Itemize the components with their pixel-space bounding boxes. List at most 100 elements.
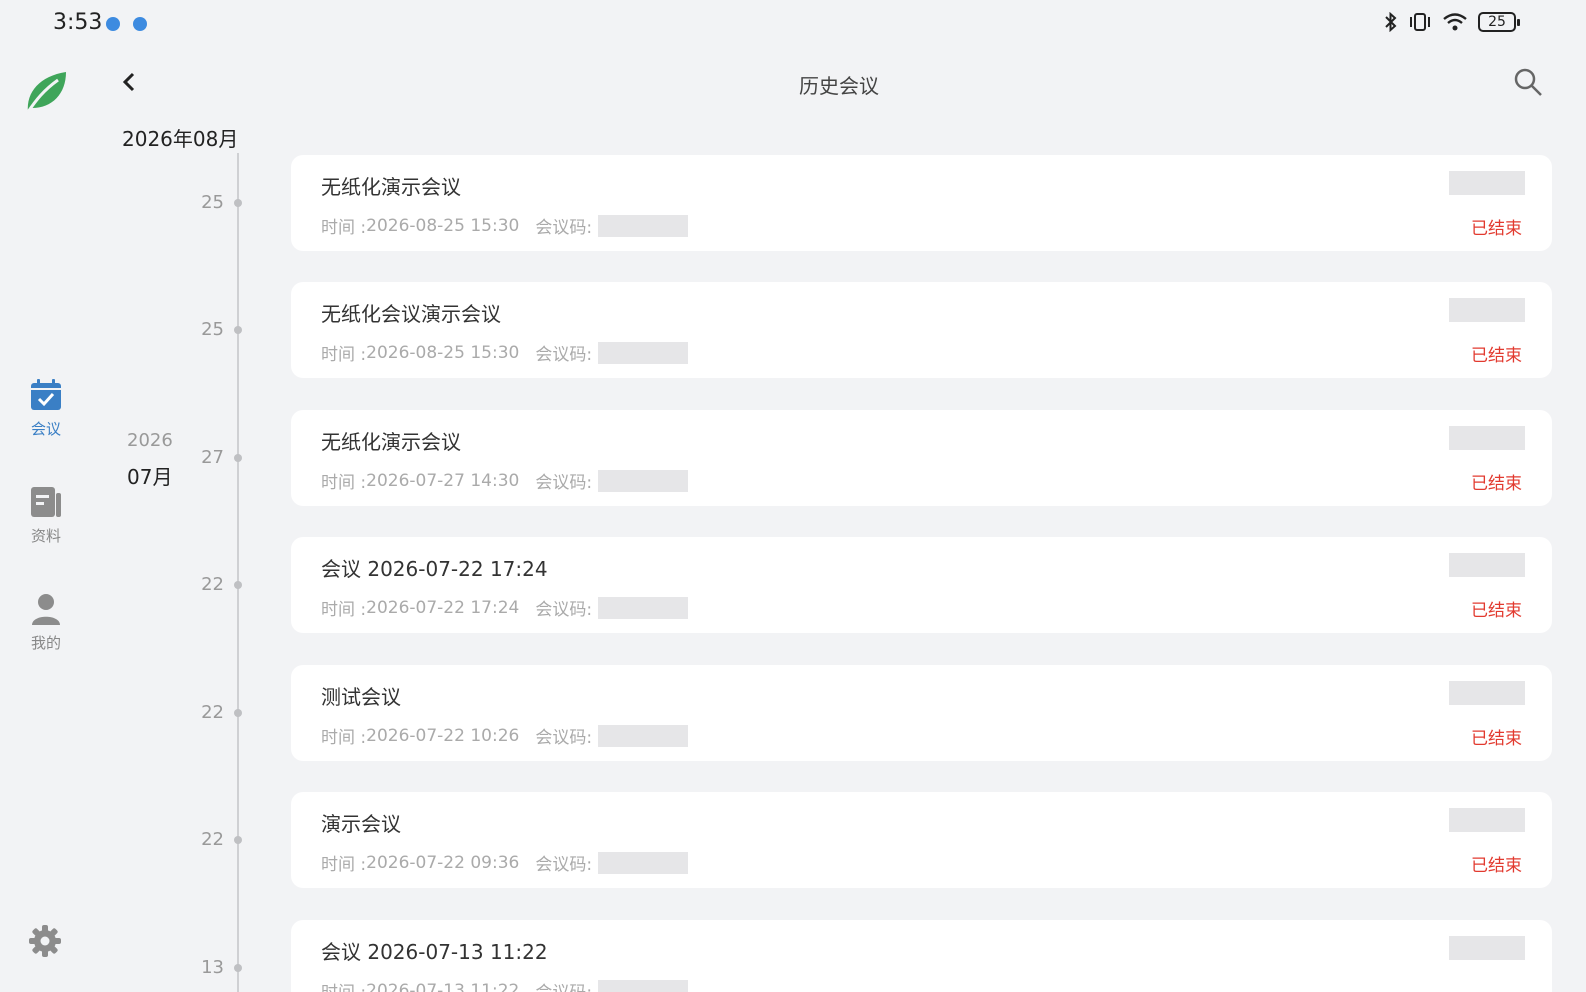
status-icons: 25 <box>1384 12 1520 32</box>
meeting-meta: 时间 : 2026-08-25 15:30 会议码: <box>321 340 689 365</box>
code-label: 会议码: <box>535 978 592 992</box>
meeting-time: 2026-07-22 10:26 <box>366 725 520 746</box>
meeting-card[interactable]: 会议 2026-07-13 11:22 时间 : 2026-07-13 11:2… <box>291 920 1552 992</box>
meeting-tag-redacted <box>1449 426 1525 450</box>
meeting-tag-redacted <box>1449 171 1525 195</box>
sidebar-item-label: 我的 <box>30 634 61 652</box>
status-badge: 已结束 <box>1471 474 1522 494</box>
meeting-card[interactable]: 无纸化会议演示会议 时间 : 2026-08-25 15:30 会议码: 已结束 <box>291 282 1552 378</box>
timeline-day: 25 <box>201 192 224 213</box>
meeting-title: 测试会议 <box>321 685 401 709</box>
meeting-meta: 时间 : 2026-07-27 14:30 会议码: <box>321 468 689 493</box>
meeting-time: 2026-07-22 17:24 <box>366 597 520 618</box>
meeting-code-redacted <box>598 979 689 992</box>
meeting-time: 2026-07-22 09:36 <box>366 852 520 873</box>
calendar-check-icon <box>31 379 61 410</box>
meeting-title: 演示会议 <box>321 812 401 836</box>
timeline-dot <box>234 326 242 334</box>
sidebar-item-meetings[interactable]: 会议 <box>0 378 92 439</box>
vibrate-icon <box>1410 13 1430 31</box>
status-badge: 已结束 <box>1471 729 1522 749</box>
timeline-day: 25 <box>201 319 224 340</box>
meeting-tag-redacted <box>1449 936 1525 960</box>
battery-icon: 25 <box>1478 12 1520 32</box>
meeting-card[interactable]: 会议 2026-07-22 17:24 时间 : 2026-07-22 17:2… <box>291 537 1552 633</box>
settings-gear-icon[interactable] <box>28 924 62 962</box>
sidebar: 会议 资料 我的 <box>0 48 92 992</box>
month-marker-year: 2026 <box>127 430 173 451</box>
timeline-dot <box>234 964 242 972</box>
time-prefix: 时间 : <box>321 728 367 748</box>
code-label: 会议码: <box>535 855 593 875</box>
person-icon <box>32 594 60 625</box>
timeline-dot <box>234 836 242 844</box>
meeting-meta: 时间 : 2026-07-22 10:26 会议码: <box>321 723 689 748</box>
app-screen: 3:53 25 会议 资料 我的 历史会议 2026年08月 2026 07月 … <box>0 0 1586 992</box>
meeting-tag-redacted <box>1449 553 1525 577</box>
leaf-logo-icon <box>22 70 70 120</box>
meeting-card[interactable]: 无纸化演示会议 时间 : 2026-08-25 15:30 会议码: 已结束 <box>291 155 1552 251</box>
time-prefix: 时间 : <box>321 978 366 992</box>
wifi-icon <box>1443 13 1467 31</box>
meeting-code-redacted <box>598 724 689 747</box>
meeting-title: 无纸化演示会议 <box>321 430 461 454</box>
status-time: 3:53 <box>53 10 103 35</box>
globe-icon <box>133 17 147 31</box>
meeting-meta: 时间 : 2026-07-22 17:24 会议码: <box>321 595 689 620</box>
month-header: 2026年08月 <box>122 127 239 151</box>
meeting-card[interactable]: 测试会议 时间 : 2026-07-22 10:26 会议码: 已结束 <box>291 665 1552 761</box>
timeline-day: 13 <box>201 957 224 978</box>
sidebar-item-label: 资料 <box>30 527 61 545</box>
meeting-time: 2026-07-13 11:22 <box>366 980 520 992</box>
meeting-meta: 时间 : 2026-07-13 11:22 会议码: <box>321 978 689 992</box>
meeting-title: 无纸化会议演示会议 <box>321 302 501 326</box>
sidebar-item-profile[interactable]: 我的 <box>0 592 92 653</box>
code-label: 会议码: <box>535 345 593 365</box>
time-prefix: 时间 : <box>321 345 367 365</box>
timeline-day: 22 <box>201 702 224 723</box>
time-prefix: 时间 : <box>321 473 367 493</box>
meeting-tag-redacted <box>1449 298 1525 322</box>
meeting-meta: 时间 : 2026-08-25 15:30 会议码: <box>321 213 689 238</box>
page-title: 历史会议 <box>799 74 879 98</box>
timeline-day: 22 <box>201 829 224 850</box>
meeting-meta: 时间 : 2026-07-22 09:36 会议码: <box>321 850 689 875</box>
timeline-line <box>237 153 239 992</box>
bluetooth-icon <box>1385 12 1397 32</box>
code-label: 会议码: <box>535 600 593 620</box>
battery-level: 25 <box>1488 14 1506 30</box>
meeting-time: 2026-08-25 15:30 <box>366 342 520 363</box>
time-prefix: 时间 : <box>321 855 367 875</box>
sidebar-item-documents[interactable]: 资料 <box>0 485 92 546</box>
sidebar-item-label: 会议 <box>30 420 61 438</box>
search-button[interactable] <box>1512 66 1544 98</box>
month-marker: 2026 07月 <box>127 430 173 490</box>
meeting-code-redacted <box>598 341 689 364</box>
time-prefix: 时间 : <box>321 600 367 620</box>
meeting-code-redacted <box>598 851 689 874</box>
timeline-dot <box>234 199 242 207</box>
code-label: 会议码: <box>535 218 593 238</box>
meeting-code-redacted <box>598 469 689 492</box>
meeting-code-redacted <box>598 214 689 237</box>
timeline-dot <box>234 454 242 462</box>
meeting-card[interactable]: 演示会议 时间 : 2026-07-22 09:36 会议码: 已结束 <box>291 792 1552 888</box>
document-icon <box>31 487 61 517</box>
month-marker-month: 07月 <box>127 465 173 489</box>
code-label: 会议码: <box>535 473 593 493</box>
meeting-card[interactable]: 无纸化演示会议 时间 : 2026-07-27 14:30 会议码: 已结束 <box>291 410 1552 506</box>
status-badge: 已结束 <box>1471 856 1522 876</box>
meeting-code-redacted <box>598 596 689 619</box>
timeline-day: 22 <box>201 574 224 595</box>
code-label: 会议码: <box>535 728 593 748</box>
meeting-time: 2026-07-27 14:30 <box>366 470 520 491</box>
meeting-title: 会议 2026-07-13 11:22 <box>321 940 548 964</box>
timeline-day: 27 <box>201 447 224 468</box>
status-bar: 3:53 25 <box>0 0 1586 48</box>
status-badge: 已结束 <box>1471 346 1522 366</box>
time-prefix: 时间 : <box>321 218 367 238</box>
timeline-dot <box>234 709 242 717</box>
shield-icon <box>106 17 120 31</box>
status-badge: 已结束 <box>1471 219 1522 239</box>
meeting-tag-redacted <box>1449 681 1525 705</box>
